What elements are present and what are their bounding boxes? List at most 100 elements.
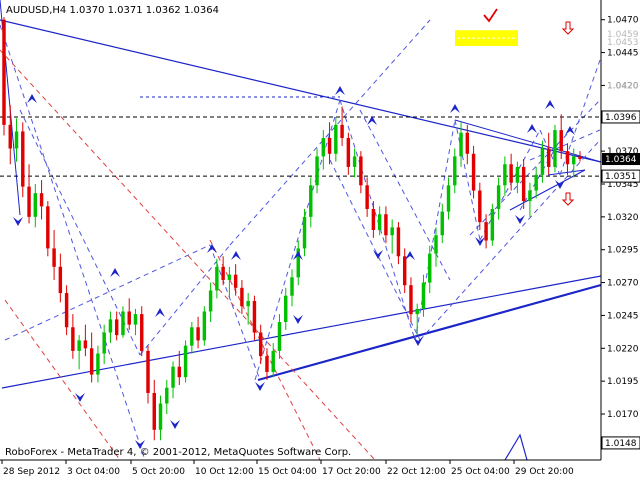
candle-body: [478, 190, 482, 223]
candle-body: [421, 282, 426, 309]
candle-body: [315, 156, 319, 186]
level-price-label: 1.0396: [605, 113, 637, 123]
candle-body: [371, 208, 376, 230]
candle-body: [402, 256, 407, 286]
candle-body: [77, 340, 81, 351]
candle-body: [352, 156, 357, 167]
candle-body: [409, 285, 413, 315]
candle-body: [21, 131, 25, 187]
candle-body: [428, 253, 432, 283]
level-price-label: 1.0351: [605, 172, 637, 182]
candle-body: [578, 156, 582, 160]
candle-body: [240, 287, 244, 307]
symbol-header: AUDUSD,H4 1.0370 1.0371 1.0362 1.0364: [6, 5, 219, 16]
candle-body: [71, 327, 75, 351]
candle-body: [490, 208, 495, 241]
candle-body: [140, 314, 144, 351]
x-tick-label: 3 Oct 04:00: [67, 467, 120, 477]
candle-body: [321, 138, 326, 157]
y-tick-label: 1.0220: [607, 344, 639, 354]
current-price-label: 1.0364: [605, 155, 637, 165]
copyright-footer: RoboForex - MetaTrader 4, © 2001-2012, M…: [5, 447, 351, 458]
candle-body: [52, 248, 56, 267]
candle-body: [215, 266, 219, 291]
candle-body: [503, 164, 507, 186]
x-tick-label: 15 Oct 04:00: [258, 467, 317, 477]
price-label: 1.0453: [607, 38, 639, 48]
candle-body: [509, 164, 513, 183]
candle-body: [196, 327, 200, 341]
x-tick-label: 22 Oct 12:00: [387, 467, 446, 477]
candle-body: [208, 290, 213, 312]
y-tick-label: 1.0295: [607, 246, 639, 256]
candle-body: [265, 356, 269, 372]
candle-body: [127, 311, 131, 325]
candle-body: [396, 227, 401, 257]
candle-body: [453, 156, 457, 186]
candle-body: [33, 193, 38, 217]
candle-body: [440, 211, 444, 236]
candle-body: [27, 186, 31, 217]
x-tick-label: 29 Oct 20:00: [515, 467, 574, 477]
candle-body: [233, 274, 238, 288]
candle-body: [171, 366, 175, 388]
candle-body: [302, 216, 307, 249]
candle-body: [284, 295, 288, 322]
candle-body: [559, 130, 563, 152]
candle-body: [309, 185, 313, 217]
candle-body: [434, 235, 438, 254]
candle-body: [227, 274, 232, 280]
price-label: 1.0420: [607, 81, 639, 91]
candle-body: [340, 124, 344, 138]
candle-body: [334, 124, 338, 154]
candle-body: [246, 300, 250, 307]
candle-body: [540, 148, 545, 175]
y-tick-label: 1.0445: [607, 49, 639, 59]
candle-body: [46, 206, 50, 249]
x-tick-label: 5 Oct 20:00: [132, 467, 185, 477]
candle-body: [277, 322, 282, 351]
candle-body: [64, 293, 69, 328]
candle-body: [177, 366, 182, 378]
y-tick-label: 1.0245: [607, 311, 639, 321]
candle-body: [102, 332, 106, 354]
candle-body: [459, 132, 463, 157]
candle-body: [359, 156, 363, 186]
candle-body: [121, 311, 125, 336]
y-tick-label: 1.0470: [607, 16, 639, 26]
x-tick-label: 17 Oct 20:00: [322, 467, 381, 477]
candle-body: [8, 124, 12, 149]
y-tick-label: 1.0270: [607, 279, 639, 289]
candle-body: [546, 148, 551, 167]
candle-body: [202, 311, 207, 341]
candle-body: [165, 387, 169, 404]
chart-window: 1.0470 1.0445 1.0420 1.0370 1.0345 1.0320 1.02…: [0, 0, 640, 480]
candle-body: [365, 185, 369, 209]
candle-body: [346, 138, 351, 167]
candle-body: [496, 185, 501, 209]
y-tick-label: 1.0320: [607, 213, 639, 223]
candle-body: [384, 214, 388, 236]
candle-body: [58, 266, 63, 294]
candle-body: [465, 132, 470, 154]
candle-body: [190, 327, 194, 346]
candle-body: [96, 353, 100, 375]
candle-body: [83, 340, 88, 349]
candle-body: [108, 319, 113, 333]
candle-body: [572, 156, 576, 165]
candle-body: [528, 190, 532, 202]
candle-body: [377, 214, 382, 230]
y-tick-label: 1.0195: [607, 377, 639, 387]
candle-body: [534, 174, 538, 191]
candle-body: [89, 348, 94, 375]
x-tick-label: 28 Sep 2012: [3, 467, 60, 477]
candle-body: [152, 392, 156, 430]
candle-body: [183, 345, 188, 378]
candle-body: [39, 193, 44, 207]
candle-body: [565, 151, 570, 165]
chart-background: [0, 0, 640, 480]
candle-body: [14, 131, 19, 149]
candle-body: [446, 185, 451, 212]
candle-body: [2, 19, 6, 125]
candle-body: [471, 153, 476, 191]
